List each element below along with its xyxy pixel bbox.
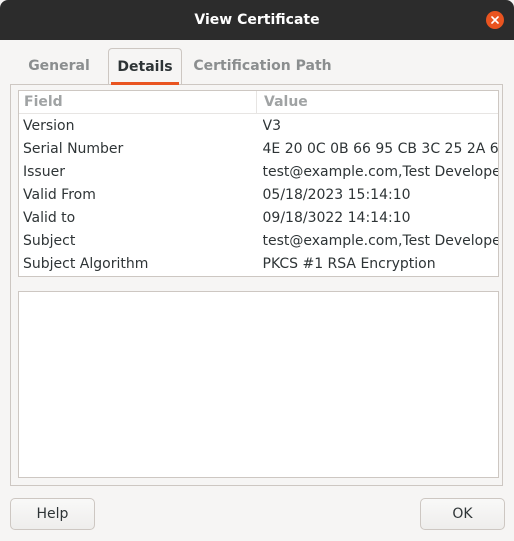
value-cell: test@example.com,Test Developer, bbox=[262, 163, 499, 180]
certificate-fields-table: Field Value Version V3 Serial Number 4E … bbox=[18, 90, 499, 277]
value-cell: 05/18/2023 15:14:10 bbox=[262, 186, 411, 203]
window-title: View Certificate bbox=[194, 12, 320, 28]
field-cell: Valid to bbox=[23, 209, 76, 226]
help-button[interactable]: Help bbox=[10, 498, 95, 530]
field-cell: Subject Algorithm bbox=[23, 255, 149, 272]
field-cell: Serial Number bbox=[23, 140, 124, 157]
title-bar: View Certificate bbox=[0, 0, 514, 40]
table-header: Field Value bbox=[19, 91, 498, 114]
table-row[interactable]: Subject test@example.com,Test Developer, bbox=[19, 229, 498, 252]
field-detail-textview[interactable] bbox=[18, 291, 499, 478]
ok-button[interactable]: OK bbox=[420, 498, 505, 530]
tab-bar: General Details Certification Path bbox=[10, 48, 503, 85]
tab-notebook: General Details Certification Path Field… bbox=[10, 48, 503, 486]
table-row[interactable]: Issuer test@example.com,Test Developer, bbox=[19, 160, 498, 183]
column-header-value[interactable]: Value bbox=[257, 91, 308, 113]
value-cell: V3 bbox=[262, 117, 281, 134]
value-cell: PKCS #1 RSA Encryption bbox=[262, 255, 436, 272]
tab-label: General bbox=[28, 57, 90, 74]
value-cell: 09/18/3022 14:14:10 bbox=[262, 209, 411, 226]
field-cell: Valid From bbox=[23, 186, 96, 203]
details-page: Field Value Version V3 Serial Number 4E … bbox=[10, 84, 503, 486]
close-icon bbox=[491, 16, 499, 24]
tab-certification-path[interactable]: Certification Path bbox=[190, 48, 335, 83]
table-row[interactable]: Valid From 05/18/2023 15:14:10 bbox=[19, 183, 498, 206]
tab-label: Certification Path bbox=[193, 57, 332, 74]
field-cell: Version bbox=[23, 117, 75, 134]
value-cell: 4E 20 0C 0B 66 95 CB 3C 25 2A 6B A4 bbox=[262, 140, 499, 157]
table-row[interactable]: Subject Algorithm PKCS #1 RSA Encryption bbox=[19, 252, 498, 275]
tab-general[interactable]: General bbox=[16, 48, 102, 83]
close-button[interactable] bbox=[486, 11, 504, 29]
table-row[interactable]: Valid to 09/18/3022 14:14:10 bbox=[19, 206, 498, 229]
column-header-field[interactable]: Field bbox=[19, 91, 257, 113]
table-row[interactable]: Serial Number 4E 20 0C 0B 66 95 CB 3C 25… bbox=[19, 137, 498, 160]
table-row[interactable]: Version V3 bbox=[19, 114, 498, 137]
field-cell: Subject bbox=[23, 232, 76, 249]
value-cell: test@example.com,Test Developer, bbox=[262, 232, 499, 249]
field-cell: Issuer bbox=[23, 163, 65, 180]
tab-details[interactable]: Details bbox=[108, 48, 182, 85]
tab-label: Details bbox=[117, 58, 173, 75]
